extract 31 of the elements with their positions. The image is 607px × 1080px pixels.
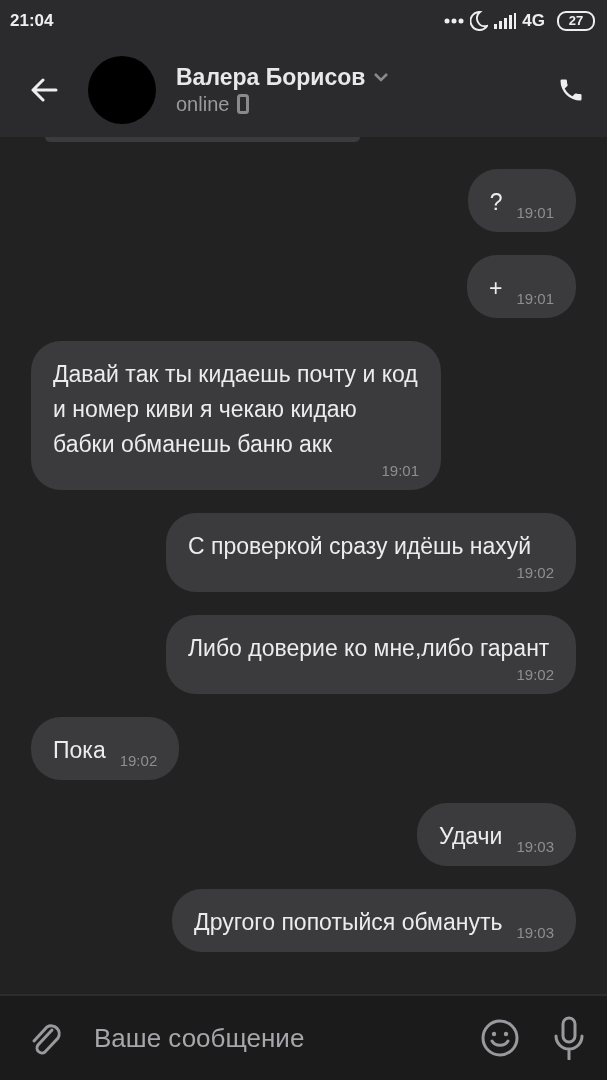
message-time: 19:01 (516, 204, 554, 222)
status-time: 21:04 (10, 11, 54, 31)
message-text: Удачи (439, 822, 503, 851)
message-text: Пока (53, 736, 106, 765)
message-time: 19:02 (516, 666, 554, 684)
message-time: 19:02 (119, 752, 158, 770)
message-time: 19:01 (381, 462, 419, 480)
signal-icon (494, 13, 517, 29)
message-input[interactable]: Ваше сообщение (94, 1018, 461, 1058)
microphone-icon[interactable] (553, 1016, 585, 1060)
moon-icon (470, 11, 489, 31)
online-status: online (176, 92, 230, 116)
network-type: 4G (522, 11, 545, 31)
message-text: Другого попотыйся обмануть (194, 908, 503, 937)
message-text: Либо доверие ко мне,либо гарант (188, 634, 551, 663)
message-text: Давай так ты кидаешь почту и код и номер киви я чекаю кидаю бабки обманешь баню акк (53, 360, 419, 459)
emoji-icon[interactable] (481, 1019, 519, 1057)
battery-icon: 27 (557, 11, 595, 31)
message-time: 19:03 (516, 924, 554, 942)
message-composer[interactable]: Ваше сообщение (0, 994, 607, 1080)
message-time: 19:02 (516, 564, 554, 582)
message-text: ? (489, 188, 503, 217)
phone-device-icon (237, 94, 250, 114)
chevron-down-icon[interactable] (373, 72, 390, 82)
back-icon[interactable] (30, 77, 58, 102)
message-text: + (489, 274, 503, 303)
message-time: 19:03 (516, 838, 554, 856)
message-time: 19:01 (516, 290, 554, 308)
message-text: С проверкой сразу идёшь нахуй (188, 532, 533, 561)
more-icon (444, 18, 465, 24)
contact-name[interactable]: Валера Борисов (176, 63, 366, 91)
